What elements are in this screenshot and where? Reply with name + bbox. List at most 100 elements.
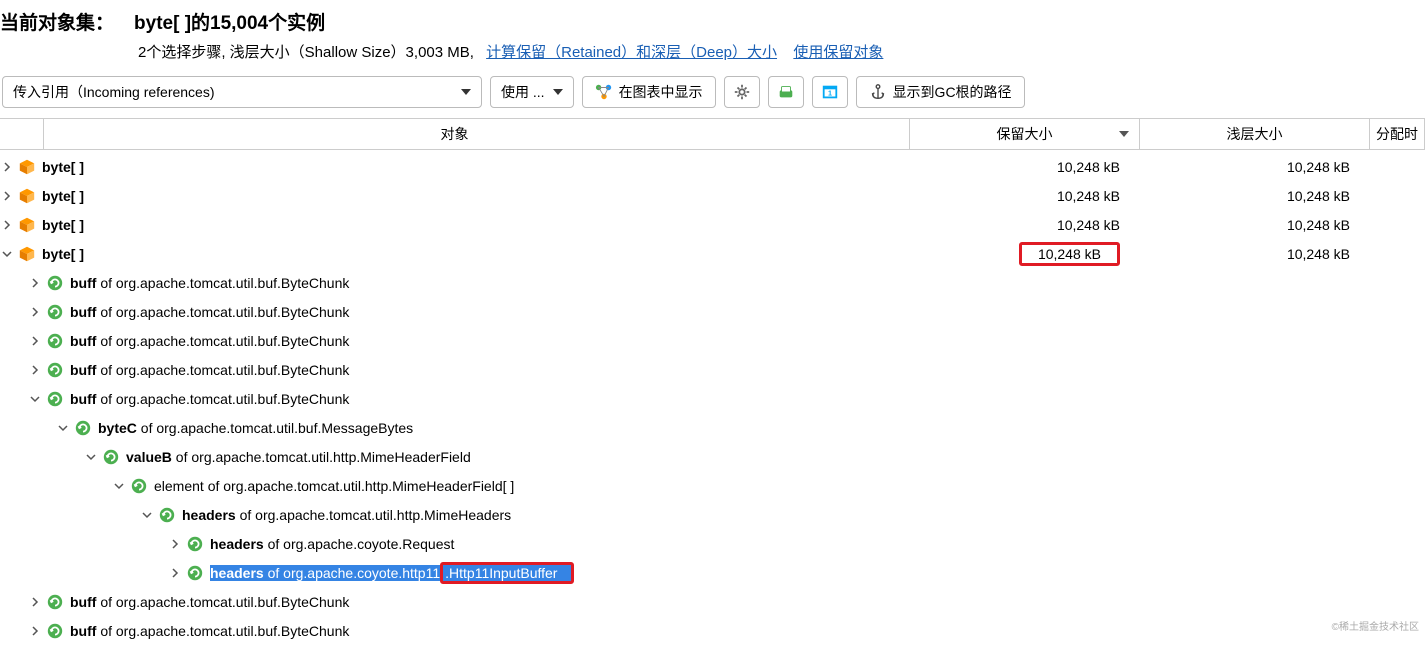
column-alloc[interactable]: 分配时 [1370,119,1425,149]
tree-row[interactable]: byte[ ]10,248 kB10,248 kB [0,181,1425,210]
reference-icon [46,390,64,408]
tree-expander-icon[interactable] [112,479,126,493]
tree-expander-icon[interactable] [168,566,182,580]
use-dropdown-label: 使用 ... [501,82,545,102]
tree-expander-icon[interactable] [28,595,42,609]
tree-row-label: byte[ ] [42,217,84,233]
reference-icon [46,274,64,292]
tree-row[interactable]: byte[ ]10,248 kB10,248 kB [0,152,1425,181]
sort-desc-icon [1119,131,1129,137]
window-icon: 1 [821,83,839,101]
tree-expander-icon[interactable] [28,305,42,319]
tree-row-label: byte[ ] [42,159,84,175]
incoming-references-dropdown[interactable]: 传入引用（Incoming references) [2,76,482,108]
tree-row[interactable]: buff of org.apache.tomcat.util.buf.ByteC… [0,268,1425,297]
tree-expander-icon[interactable] [0,189,14,203]
reference-icon [46,361,64,379]
gear-icon [733,83,751,101]
shallow-size-value: 10,248 kB [1140,217,1370,233]
tree-row-label: buff of org.apache.tomcat.util.buf.ByteC… [70,623,349,639]
tree-row-label: buff of org.apache.tomcat.util.buf.ByteC… [70,594,349,610]
tree-expander-icon[interactable] [28,363,42,377]
tree-row[interactable]: buff of org.apache.tomcat.util.buf.ByteC… [0,384,1425,413]
tree-row-label: valueB of org.apache.tomcat.util.http.Mi… [126,449,471,465]
svg-text:1: 1 [828,89,832,98]
tree-row[interactable]: headers of org.apache.tomcat.util.http.M… [0,500,1425,529]
reference-icon [102,448,120,466]
object-cube-icon [18,187,36,205]
tree-row-label: headers of org.apache.coyote.Request [210,536,454,552]
chevron-down-icon [553,89,563,95]
tree-row-label: byte[ ] [42,246,84,262]
column-retained-label: 保留大小 [997,124,1053,144]
tree-row[interactable]: element of org.apache.tomcat.util.http.M… [0,471,1425,500]
column-object[interactable]: 对象 [0,119,910,149]
object-cube-icon [18,158,36,176]
retained-size-value: 10,248 kB [910,242,1140,266]
typewriter-button[interactable] [768,76,804,108]
column-object-label: 对象 [441,124,469,144]
tree-row[interactable]: byte[ ] 10,248 kB10,248 kB [0,210,1425,239]
tree-expander-icon[interactable] [28,276,42,290]
tree-expander-icon[interactable] [168,537,182,551]
use-dropdown[interactable]: 使用 ... [490,76,574,108]
object-cube-icon [18,216,36,234]
tree-row[interactable]: headers of org.apache.coyote.Request [0,529,1425,558]
tree-expander-icon[interactable] [0,218,14,232]
tree-row-label: buff of org.apache.tomcat.util.buf.ByteC… [70,275,349,291]
tree-row[interactable]: buff of org.apache.tomcat.util.buf.ByteC… [0,355,1425,384]
tree-row[interactable]: byteC of org.apache.tomcat.util.buf.Mess… [0,413,1425,442]
calculate-retained-link[interactable]: 计算保留（Retained）和深层（Deep）大小 [486,41,777,62]
reference-icon [158,506,176,524]
column-retained[interactable]: 保留大小 [910,119,1140,149]
tree-row-label: headers of org.apache.coyote.http11 [210,565,440,581]
tree-row[interactable]: buff of org.apache.tomcat.util.buf.ByteC… [0,587,1425,616]
reference-icon [74,419,92,437]
gc-root-path-label: 显示到GC根的路径 [893,82,1012,102]
tree-row-label: buff of org.apache.tomcat.util.buf.ByteC… [70,362,349,378]
retained-size-value: 10,248 kB [910,217,1140,233]
tree-row[interactable]: byte[ ]10,248 kB10,248 kB [0,239,1425,268]
tree-row[interactable]: valueB of org.apache.tomcat.util.http.Mi… [0,442,1425,471]
use-retained-objects-link[interactable]: 使用保留对象 [793,41,883,62]
tree-row-label: buff of org.apache.tomcat.util.buf.ByteC… [70,333,349,349]
tree-row[interactable]: headers of org.apache.coyote.http11.Http… [0,558,1425,587]
tree-view[interactable]: byte[ ]10,248 kB10,248 kBbyte[ ]10,248 k… [0,150,1425,645]
reference-icon [186,564,204,582]
title-value: byte[ ]的15,004个实例 [134,8,325,35]
tree-row[interactable]: buff of org.apache.tomcat.util.buf.ByteC… [0,297,1425,326]
column-grip[interactable] [0,119,44,149]
window-button[interactable]: 1 [812,76,848,108]
gc-root-path-button[interactable]: 显示到GC根的路径 [856,76,1025,108]
tree-row[interactable]: buff of org.apache.tomcat.util.buf.ByteC… [0,616,1425,645]
tree-expander-icon[interactable] [0,160,14,174]
anchor-icon [869,83,887,101]
gear-button[interactable] [724,76,760,108]
show-in-graph-button[interactable]: 在图表中显示 [582,76,716,108]
shallow-size-value: 10,248 kB [1140,159,1370,175]
shallow-size-value: 10,248 kB [1140,188,1370,204]
tree-expander-icon[interactable] [84,450,98,464]
tree-row[interactable]: buff of org.apache.tomcat.util.buf.ByteC… [0,326,1425,355]
tree-expander-icon[interactable] [56,421,70,435]
tree-expander-icon[interactable] [0,247,14,261]
reference-icon [46,622,64,640]
incoming-references-label: 传入引用（Incoming references) [13,82,215,102]
tree-expander-icon[interactable] [28,392,42,406]
column-alloc-label: 分配时 [1376,124,1418,144]
tree-expander-icon[interactable] [28,334,42,348]
show-in-graph-label: 在图表中显示 [619,82,703,102]
reference-icon [46,332,64,350]
tree-row-label: buff of org.apache.tomcat.util.buf.ByteC… [70,304,349,320]
column-shallow[interactable]: 浅层大小 [1140,119,1370,149]
tree-expander-icon[interactable] [140,508,154,522]
tree-row-label: element of org.apache.tomcat.util.http.M… [154,478,514,494]
typewriter-icon [777,83,795,101]
tree-row-label: buff of org.apache.tomcat.util.buf.ByteC… [70,391,349,407]
table-header: 对象 保留大小 浅层大小 分配时 [0,118,1425,150]
graph-icon [595,83,613,101]
object-cube-icon [18,245,36,263]
tree-expander-icon[interactable] [28,624,42,638]
chevron-down-icon [461,89,471,95]
subtitle-prefix: 2个选择步骤, 浅层大小（Shallow Size）3,003 MB, [138,41,474,62]
